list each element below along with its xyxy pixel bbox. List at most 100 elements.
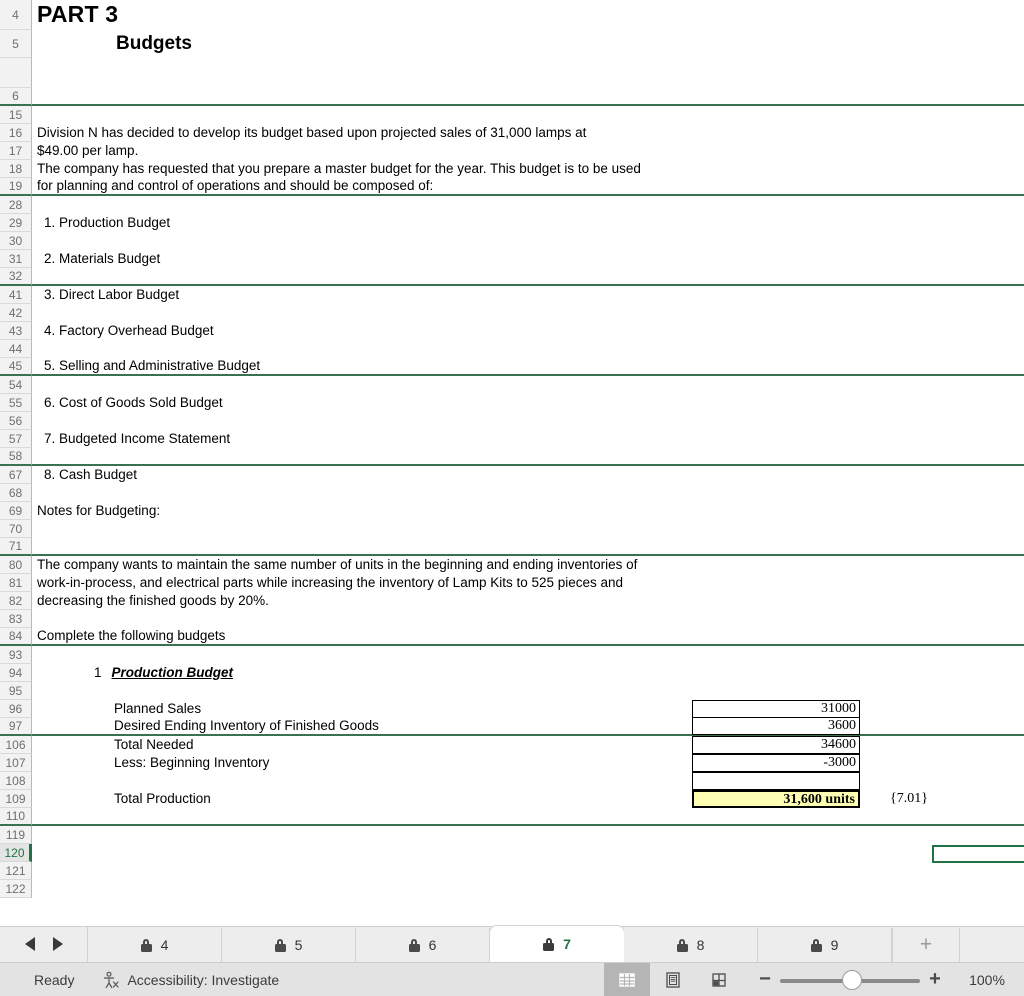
grid-cells[interactable] <box>32 58 1024 88</box>
value-cell[interactable]: 31000 <box>692 699 860 718</box>
grid-cells[interactable]: Division N has decided to develop its bu… <box>32 124 1024 142</box>
grid-cells[interactable]: $49.00 per lamp. <box>32 142 1024 160</box>
row-header-97[interactable]: 97 <box>0 718 32 736</box>
sheet-tab-7[interactable]: 7 <box>490 926 624 962</box>
row-header-107[interactable]: 107 <box>0 754 32 772</box>
page-layout-view-button[interactable] <box>650 963 696 996</box>
grid-cells[interactable] <box>32 771 1024 790</box>
grid-cells[interactable] <box>32 826 1024 844</box>
row-header-58[interactable]: 58 <box>0 448 32 466</box>
grid-cells[interactable]: 6. Cost of Goods Sold Budget <box>32 394 1024 412</box>
grid-cells[interactable]: Complete the following budgets <box>32 628 1024 646</box>
grid-cells[interactable] <box>32 862 1024 880</box>
row-header-122[interactable]: 122 <box>0 880 32 898</box>
row-header-43[interactable]: 43 <box>0 322 32 340</box>
row-header-57[interactable]: 57 <box>0 430 32 448</box>
row-header-94[interactable]: 94 <box>0 664 32 682</box>
grid-cells[interactable]: 3. Direct Labor Budget <box>32 286 1024 304</box>
row-header-blank[interactable] <box>0 58 32 88</box>
row-header-121[interactable]: 121 <box>0 862 32 880</box>
active-cell-selection[interactable] <box>932 845 1024 863</box>
row-header-18[interactable]: 18 <box>0 160 32 178</box>
grid-cells[interactable]: The company wants to maintain the same n… <box>32 556 1024 574</box>
row-header-45[interactable]: 45 <box>0 358 32 376</box>
row-header-68[interactable]: 68 <box>0 484 32 502</box>
row-header-42[interactable]: 42 <box>0 304 32 322</box>
grid-cells[interactable] <box>32 808 1024 826</box>
grid-cells[interactable] <box>32 106 1024 124</box>
row-header-55[interactable]: 55 <box>0 394 32 412</box>
sheet-tab-4[interactable]: 4 <box>88 928 222 962</box>
grid-cells[interactable] <box>32 538 1024 556</box>
row-header-41[interactable]: 41 <box>0 286 32 304</box>
accessibility-status[interactable]: Accessibility: Investigate <box>102 971 279 989</box>
row-header-95[interactable]: 95 <box>0 682 32 700</box>
grid-cells[interactable]: 7. Budgeted Income Statement <box>32 430 1024 448</box>
grid-cells[interactable]: 5. Selling and Administrative Budget <box>32 358 1024 376</box>
grid-cells[interactable]: Budgets <box>32 30 1024 58</box>
normal-view-button[interactable] <box>604 962 650 996</box>
sheet-tab-8[interactable]: 8 <box>624 928 758 962</box>
grid-cells[interactable]: 4. Factory Overhead Budget <box>32 322 1024 340</box>
row-header-106[interactable]: 106 <box>0 736 32 754</box>
row-header-109[interactable]: 109 <box>0 790 32 808</box>
row-header-5[interactable]: 5 <box>0 30 32 58</box>
grid-cells[interactable]: decreasing the finished goods by 20%. <box>32 592 1024 610</box>
zoom-in-button[interactable]: + <box>920 963 950 996</box>
row-header-96[interactable]: 96 <box>0 700 32 718</box>
page-break-view-button[interactable] <box>696 963 742 996</box>
row-header-19[interactable]: 19 <box>0 178 32 196</box>
row-header-6[interactable]: 6 <box>0 88 32 106</box>
grid-cells[interactable] <box>32 646 1024 664</box>
zoom-slider[interactable] <box>780 963 920 996</box>
grid-cells[interactable] <box>32 520 1024 538</box>
grid-cells[interactable] <box>32 232 1024 250</box>
value-cell[interactable]: 34600 <box>692 735 860 754</box>
row-header-93[interactable]: 93 <box>0 646 32 664</box>
row-header-71[interactable]: 71 <box>0 538 32 556</box>
row-header-119[interactable]: 119 <box>0 826 32 844</box>
grid-cells[interactable] <box>32 376 1024 394</box>
grid-cells[interactable] <box>32 412 1024 430</box>
grid-cells[interactable]: work-in-process, and electrical parts wh… <box>32 574 1024 592</box>
zoom-out-button[interactable]: − <box>750 963 780 996</box>
grid-cells[interactable]: Planned Sales 31000 <box>32 699 1024 718</box>
row-header-15[interactable]: 15 <box>0 106 32 124</box>
row-header-17[interactable]: 17 <box>0 142 32 160</box>
previous-sheet-icon[interactable] <box>24 937 35 951</box>
row-header-4[interactable]: 4 <box>0 0 32 30</box>
grid-cells[interactable]: Total Production 31,600 units {7.01} <box>32 789 1024 808</box>
row-header-44[interactable]: 44 <box>0 340 32 358</box>
sheet-tab-9[interactable]: 9 <box>758 928 892 962</box>
grid-cells[interactable]: for planning and control of operations a… <box>32 178 1024 196</box>
row-header-30[interactable]: 30 <box>0 232 32 250</box>
row-header-81[interactable]: 81 <box>0 574 32 592</box>
grid-cells[interactable] <box>32 340 1024 358</box>
grid-cells[interactable] <box>32 448 1024 466</box>
add-sheet-button[interactable]: + <box>892 928 960 962</box>
row-header-110[interactable]: 110 <box>0 808 32 826</box>
grid-cells[interactable] <box>32 304 1024 322</box>
row-header-54[interactable]: 54 <box>0 376 32 394</box>
row-header-82[interactable]: 82 <box>0 592 32 610</box>
row-header-32[interactable]: 32 <box>0 268 32 286</box>
grid-cells[interactable]: Notes for Budgeting: <box>32 502 1024 520</box>
grid-cells[interactable] <box>32 844 1024 863</box>
row-header-83[interactable]: 83 <box>0 610 32 628</box>
row-header-69[interactable]: 69 <box>0 502 32 520</box>
row-header-70[interactable]: 70 <box>0 520 32 538</box>
sheet-nav-buttons[interactable] <box>0 926 88 962</box>
grid-cells[interactable]: 2. Materials Budget <box>32 250 1024 268</box>
row-header-16[interactable]: 16 <box>0 124 32 142</box>
zoom-slider-knob[interactable] <box>842 969 862 990</box>
next-sheet-icon[interactable] <box>52 937 63 951</box>
value-cell[interactable]: 3600 <box>692 717 860 735</box>
grid-cells[interactable]: Less: Beginning Inventory -3000 <box>32 753 1024 772</box>
grid-cells[interactable] <box>32 268 1024 286</box>
total-production-value-cell[interactable]: 31,600 units <box>692 789 860 808</box>
row-header-56[interactable]: 56 <box>0 412 32 430</box>
grid-cells[interactable] <box>32 484 1024 502</box>
value-cell[interactable]: -3000 <box>692 753 860 772</box>
grid-cells[interactable]: The company has requested that you prepa… <box>32 160 1024 178</box>
row-header-28[interactable]: 28 <box>0 196 32 214</box>
